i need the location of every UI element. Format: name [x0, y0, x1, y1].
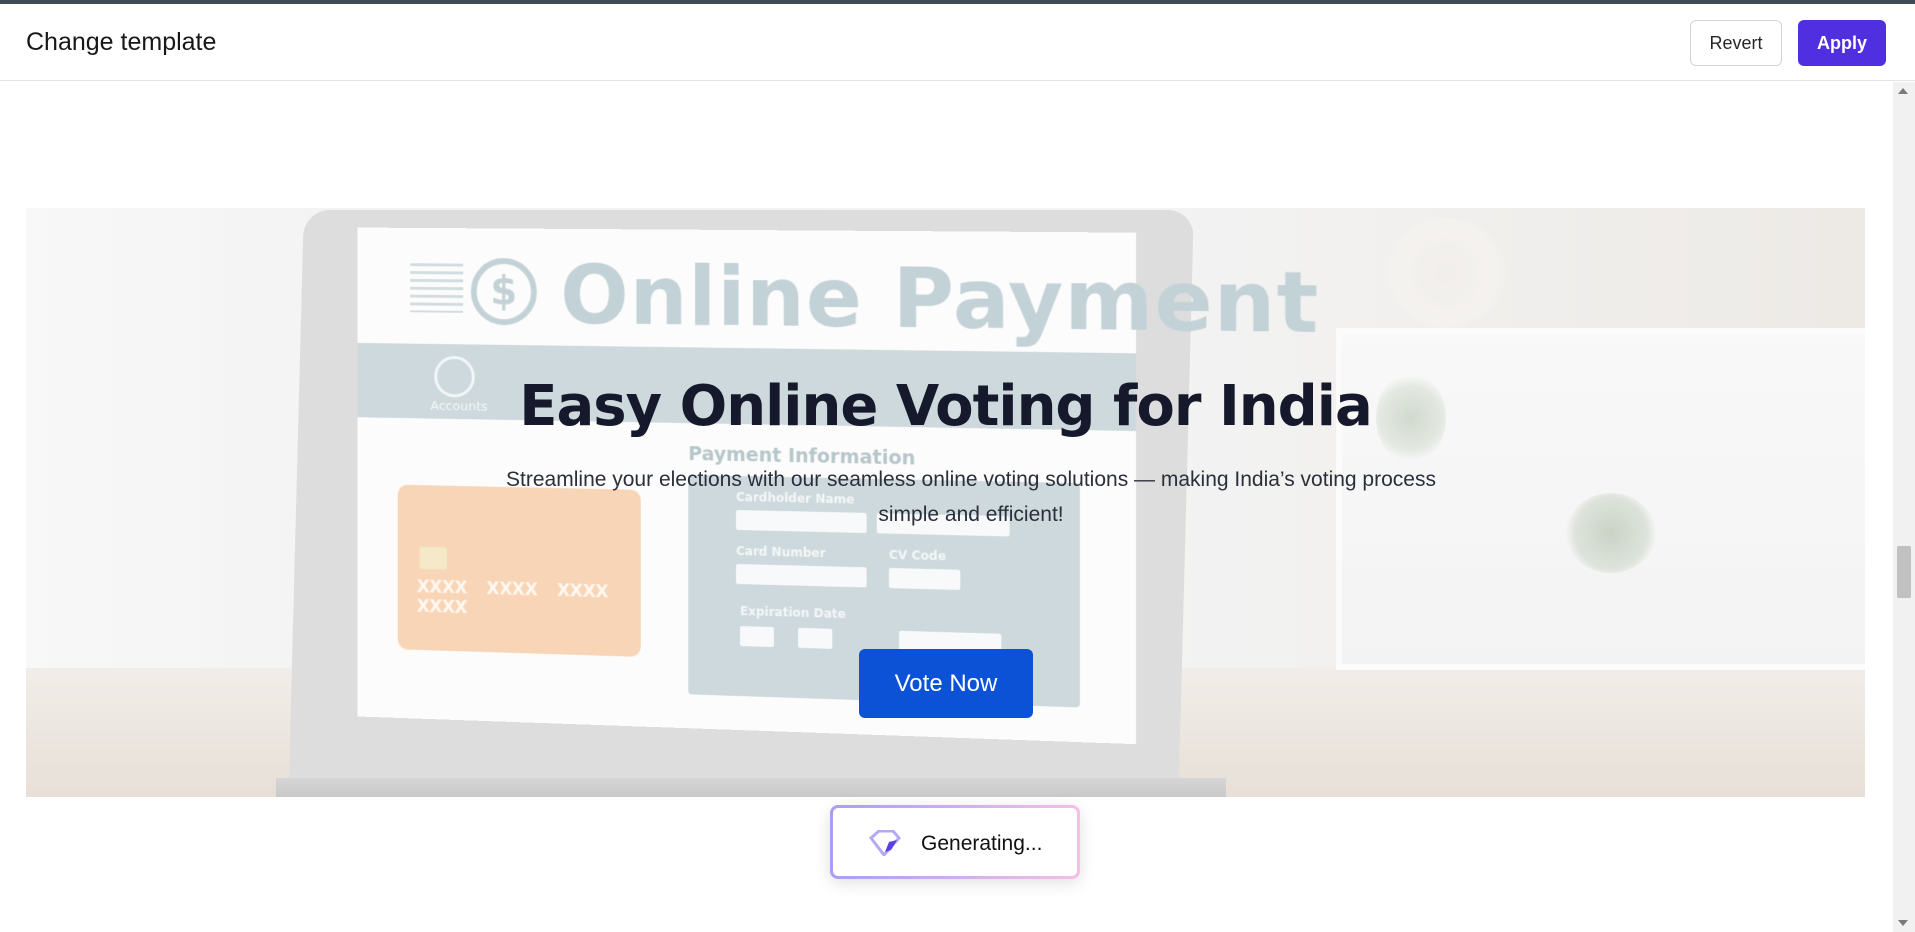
scrollbar-thumb[interactable]	[1897, 546, 1911, 598]
vote-now-button[interactable]: Vote Now	[859, 649, 1033, 718]
scroll-down-arrow-icon[interactable]	[1898, 920, 1908, 926]
vertical-scrollbar[interactable]	[1893, 82, 1915, 932]
sparkle-diamond-icon	[868, 830, 901, 856]
page-title: Change template	[26, 28, 217, 56]
hero-title: Easy Online Voting for India	[519, 374, 1372, 439]
generating-label: Generating...	[921, 832, 1043, 855]
hero-subtitle: Streamline your elections with our seaml…	[506, 468, 1436, 526]
apply-button[interactable]: Apply	[1798, 20, 1886, 66]
hero-section: $ Online Payment Accounts Payment Inform…	[26, 208, 1865, 797]
template-header: Change template Revert Apply	[0, 4, 1915, 81]
generating-status: Generating...	[830, 805, 1080, 879]
scroll-up-arrow-icon[interactable]	[1898, 88, 1908, 94]
revert-button[interactable]: Revert	[1690, 20, 1782, 66]
